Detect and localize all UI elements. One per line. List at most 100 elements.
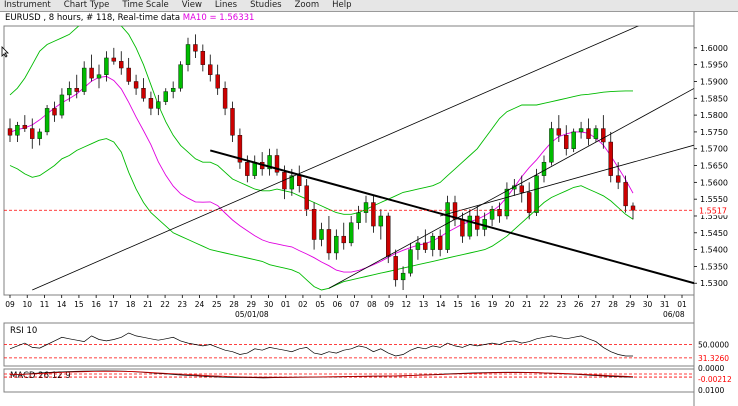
- candle-up: [37, 131, 42, 139]
- x-tick-label: 16: [91, 300, 101, 309]
- candle-down: [126, 67, 131, 82]
- candle-up: [163, 91, 168, 102]
- candle-down: [215, 74, 220, 89]
- candle-down: [7, 128, 13, 136]
- candle-down: [556, 128, 562, 136]
- candle-down: [230, 108, 235, 136]
- x-tick-label: 06: [333, 300, 343, 309]
- candle-up: [363, 202, 369, 213]
- y-tick-label: 1.5850: [700, 94, 728, 103]
- candle-down: [133, 81, 139, 89]
- x-tick-label: 23: [178, 300, 188, 309]
- candle-down: [141, 88, 146, 99]
- candle-down: [208, 64, 213, 75]
- x-tick-label: 22: [160, 300, 170, 309]
- candle-down: [89, 67, 94, 79]
- candle-up: [593, 128, 599, 139]
- candle-up: [415, 242, 421, 250]
- candle-down: [52, 108, 57, 116]
- x-tick-label: 14: [57, 300, 67, 309]
- candle-down: [423, 242, 428, 250]
- x-tick-label: 20: [505, 300, 515, 309]
- candle-up: [81, 67, 87, 92]
- candle-down: [460, 219, 465, 237]
- candle-up: [15, 124, 20, 136]
- candle-up: [348, 222, 354, 244]
- rsi-level-label: 50.0000: [698, 341, 729, 350]
- candle-up: [541, 161, 547, 176]
- candle-up: [445, 202, 450, 250]
- x-tick-label: 22: [539, 300, 549, 309]
- candle-down: [22, 124, 28, 129]
- candle-up: [489, 209, 495, 220]
- x-tick-label: 10: [22, 300, 32, 309]
- x-tick-label: 26: [574, 300, 584, 309]
- candle-up: [400, 272, 406, 281]
- x-tick-label: 09: [384, 300, 394, 309]
- candle-up: [170, 88, 176, 92]
- x-tick-label: 29: [626, 300, 636, 309]
- y-tick-label: 1.5650: [700, 162, 728, 171]
- x-tick-label: 17: [109, 300, 119, 309]
- candle-down: [437, 235, 443, 250]
- candle-up: [178, 64, 183, 89]
- x-tick-label: 09: [5, 300, 15, 309]
- candle-up: [334, 235, 339, 254]
- x-tick-label: 18: [126, 300, 136, 309]
- x-tick-label: 02: [298, 300, 308, 309]
- y-tick-label: 1.5550: [700, 195, 728, 204]
- candle-up: [356, 212, 361, 223]
- candle-down: [148, 98, 154, 109]
- candle-down: [341, 235, 346, 244]
- candle-up: [156, 101, 161, 109]
- x-tick-label: 21: [143, 300, 153, 309]
- candle-down: [111, 57, 117, 62]
- candle-down: [519, 185, 524, 193]
- x-tick-label: 28: [608, 300, 618, 309]
- candle-up: [578, 128, 584, 133]
- y-tick-label: 1.5950: [700, 61, 728, 70]
- candle-down: [630, 205, 636, 211]
- candle-down: [623, 182, 628, 207]
- mouse-cursor-icon: [1, 46, 9, 58]
- candle-down: [526, 192, 532, 213]
- candle-down: [193, 44, 198, 52]
- rsi-title: RSI 10: [10, 326, 37, 336]
- y-tick-label: 1.5700: [700, 145, 728, 154]
- candle-up: [378, 215, 384, 227]
- candle-down: [326, 229, 332, 254]
- candle-up: [96, 74, 102, 79]
- candle-up: [408, 249, 413, 274]
- candle-up: [67, 88, 72, 96]
- x-tick-label: 23: [557, 300, 567, 309]
- x-date-label: 05/01/08: [235, 310, 269, 319]
- candle-up: [549, 128, 554, 163]
- candle-down: [386, 215, 391, 257]
- candle-down: [564, 135, 569, 149]
- x-tick-label: 13: [419, 300, 429, 309]
- y-tick-label: 1.5450: [700, 229, 728, 238]
- candle-down: [74, 88, 79, 92]
- x-tick-label: 19: [488, 300, 498, 309]
- candle-up: [504, 188, 510, 217]
- y-tick-label: 1.5800: [700, 111, 728, 120]
- candle-down: [304, 185, 309, 210]
- x-tick-label: 15: [453, 300, 463, 309]
- x-tick-label: 30: [643, 300, 653, 309]
- candle-up: [319, 229, 324, 240]
- candle-down: [371, 202, 376, 227]
- x-tick-label: 16: [470, 300, 480, 309]
- macd-tick-label: -0.00212: [698, 375, 732, 384]
- chart-area[interactable]: 1.6000 1.5950 1.5900 1.5850 1.5800 1.5750 1.57…: [0, 0, 738, 406]
- candle-down: [608, 141, 613, 176]
- candle-up: [571, 131, 576, 149]
- candle-down: [586, 128, 591, 139]
- x-tick-label: 11: [40, 300, 50, 309]
- x-tick-label: 31: [660, 300, 670, 309]
- x-tick-label: 07: [350, 300, 360, 309]
- y-tick-label: 1.5750: [700, 128, 728, 137]
- candle-down: [311, 209, 317, 240]
- candle-down: [30, 128, 35, 139]
- x-tick-label: 05: [315, 300, 325, 309]
- x-tick-label: 14: [436, 300, 446, 309]
